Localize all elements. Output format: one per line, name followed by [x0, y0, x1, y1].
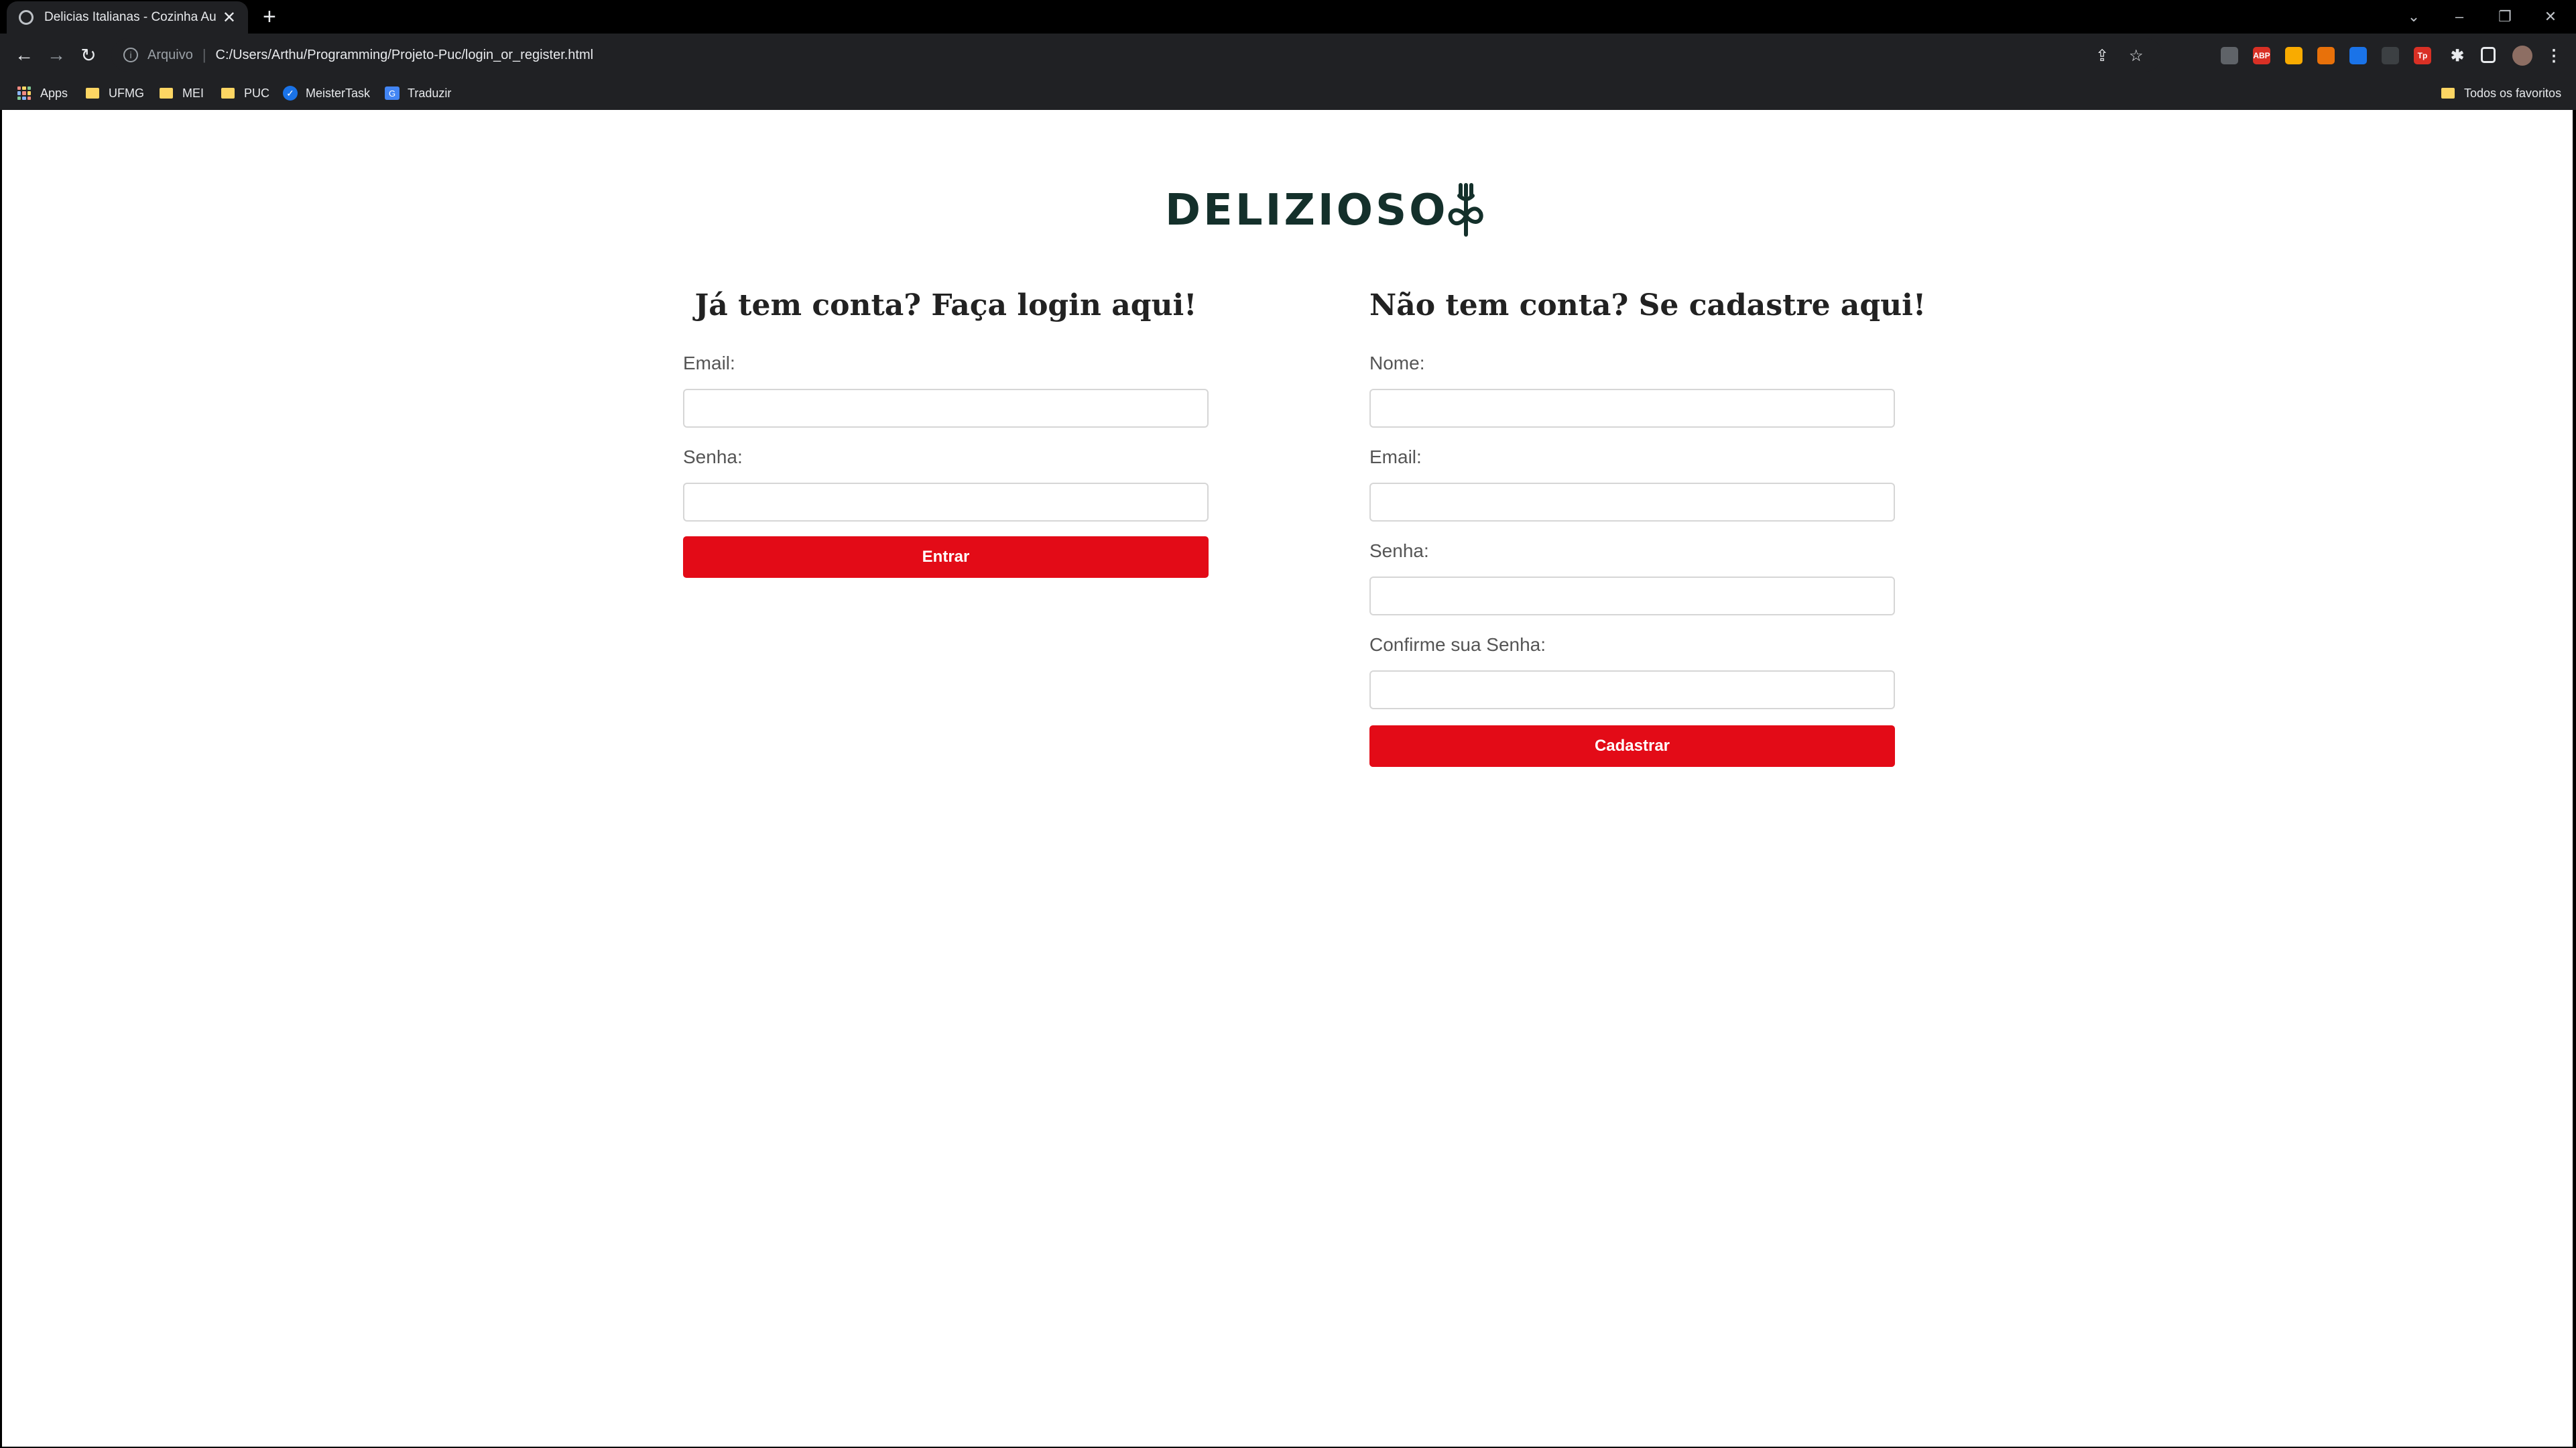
- login-email-input[interactable]: [683, 389, 1209, 428]
- browser-toolbar: ← → ↻ i Arquivo | C:/Users/Arthu/Program…: [0, 34, 2576, 76]
- all-bookmarks[interactable]: Todos os favoritos: [2441, 76, 2561, 110]
- globe-icon: [19, 10, 34, 25]
- puzzle-extensions-icon[interactable]: ✱: [2449, 47, 2466, 65]
- close-tab-icon[interactable]: ✕: [223, 8, 236, 27]
- login-password-label: Senha:: [683, 446, 743, 467]
- reload-icon[interactable]: ↻: [74, 40, 103, 70]
- forward-arrow-icon[interactable]: →: [42, 40, 71, 70]
- register-submit-button[interactable]: Cadastrar: [1369, 725, 1895, 767]
- bookmark-label: Traduzir: [408, 86, 452, 100]
- meistertask-icon: ✓: [283, 86, 298, 101]
- bookmark-label: MeisterTask: [306, 86, 371, 100]
- share-icon[interactable]: ⇪: [2095, 46, 2109, 66]
- login-password-input[interactable]: [683, 483, 1209, 522]
- tab-title: Delicias Italianas - Cozinha Autê: [44, 10, 216, 24]
- profile-avatar[interactable]: [2512, 46, 2532, 66]
- bookmark-traduzir[interactable]: G Traduzir: [385, 76, 451, 110]
- bookmark-apps[interactable]: Apps: [17, 76, 68, 110]
- logo-text: DELIZIOSO: [1165, 186, 1449, 235]
- extension-icon-3[interactable]: [2285, 47, 2303, 64]
- folder-icon: [160, 88, 173, 99]
- folder-icon: [221, 88, 235, 99]
- logo[interactable]: DELIZIOSO: [1165, 182, 1483, 239]
- register-confirm-label: Confirme sua Senha:: [1369, 634, 1546, 655]
- login-email-label: Email:: [683, 353, 735, 373]
- bookmarks-bar: Apps UFMG MEI PUC ✓ MeisterTask G Traduz…: [0, 76, 2576, 110]
- page-content: [2, 110, 2573, 1341]
- register-email-input[interactable]: [1369, 483, 1895, 522]
- bookmark-puc[interactable]: PUC: [221, 76, 269, 110]
- extension-icon-6[interactable]: [2382, 47, 2399, 64]
- register-password-input[interactable]: [1369, 577, 1895, 615]
- login-submit-button[interactable]: Entrar: [683, 536, 1209, 578]
- address-scheme: Arquivo: [147, 47, 193, 62]
- register-title: Não tem conta? Se cadastre aqui!: [1369, 288, 1926, 322]
- bookmark-label: MEI: [182, 86, 204, 100]
- tab-strip: Delicias Italianas - Cozinha Autê ✕ + ⌄ …: [0, 0, 2576, 34]
- login-title: Já tem conta? Faça login aqui!: [694, 288, 1197, 322]
- register-email-label: Email:: [1369, 446, 1422, 467]
- bookmark-label: PUC: [244, 86, 270, 100]
- page-bottom: [2, 1341, 2573, 1447]
- folder-icon: [2441, 88, 2455, 99]
- extension-icon-4[interactable]: [2317, 47, 2335, 64]
- side-panel-icon[interactable]: [2481, 47, 2496, 63]
- extension-icon-1[interactable]: [2221, 47, 2238, 64]
- back-arrow-icon[interactable]: ←: [9, 40, 39, 70]
- bookmark-label: UFMG: [109, 86, 144, 100]
- register-name-label: Nome:: [1369, 353, 1425, 373]
- folder-icon: [86, 88, 99, 99]
- bookmark-mei[interactable]: MEI: [160, 76, 204, 110]
- register-confirm-input[interactable]: [1369, 670, 1895, 709]
- bookmark-label: Apps: [40, 86, 68, 100]
- translate-icon: G: [385, 86, 400, 100]
- tab-search-icon[interactable]: ⌄: [2391, 0, 2437, 34]
- register-form: Não tem conta? Se cadastre aqui! Nome: E…: [1369, 288, 1926, 771]
- minimize-button[interactable]: –: [2437, 0, 2482, 34]
- all-bookmarks-label: Todos os favoritos: [2464, 86, 2562, 100]
- bookmark-star-icon[interactable]: ☆: [2129, 46, 2144, 66]
- close-window-button[interactable]: ✕: [2528, 0, 2573, 34]
- address-separator: |: [202, 46, 206, 63]
- info-icon[interactable]: i: [123, 48, 138, 62]
- restore-button[interactable]: ❐: [2482, 0, 2528, 34]
- address-url[interactable]: C:/Users/Arthu/Programming/Projeto-Puc/l…: [216, 48, 594, 63]
- apps-grid-icon: [17, 86, 31, 100]
- login-form: Já tem conta? Faça login aqui! Email: Se…: [683, 288, 1209, 583]
- address-bar[interactable]: i Arquivo | C:/Users/Arthu/Programming/P…: [111, 38, 2162, 72]
- browser-tab[interactable]: Delicias Italianas - Cozinha Autê ✕: [7, 1, 248, 34]
- new-tab-button[interactable]: +: [263, 4, 276, 29]
- register-name-input[interactable]: [1369, 389, 1895, 428]
- menu-kebab-icon[interactable]: ⋮: [2545, 47, 2563, 65]
- adblock-icon[interactable]: ABP: [2253, 47, 2270, 64]
- bookmark-ufmg[interactable]: UFMG: [86, 76, 144, 110]
- register-password-label: Senha:: [1369, 540, 1429, 561]
- extension-icon-7[interactable]: Tp: [2414, 47, 2431, 64]
- bookmark-meistertask[interactable]: ✓ MeisterTask: [283, 76, 370, 110]
- fork-pasta-icon: [1448, 183, 1483, 237]
- extension-icon-5[interactable]: [2349, 47, 2367, 64]
